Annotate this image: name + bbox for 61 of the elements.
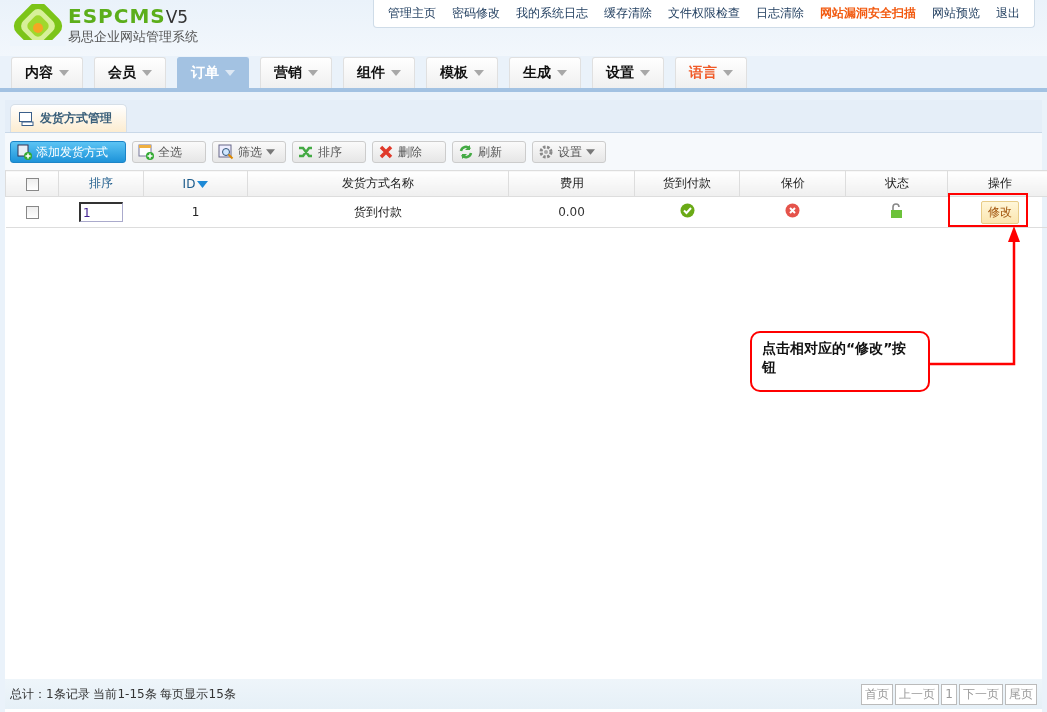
table-cell: 货到付款 bbox=[354, 204, 402, 219]
table-cell: 0.00 bbox=[558, 205, 585, 219]
toolbar-button[interactable]: 删除 bbox=[372, 141, 446, 163]
toolbar-button[interactable]: 筛选 bbox=[212, 141, 286, 163]
top-link[interactable]: 管理主页 bbox=[380, 5, 444, 22]
window-icon bbox=[19, 111, 34, 126]
shuffle-icon bbox=[298, 144, 314, 160]
sort-down-icon bbox=[197, 180, 209, 188]
nav-tab[interactable]: 内容 bbox=[11, 57, 83, 88]
nav-tab[interactable]: 会员 bbox=[94, 57, 166, 88]
caret-icon bbox=[474, 70, 484, 76]
top-link[interactable]: 缓存清除 bbox=[596, 5, 660, 22]
toolbar-button[interactable]: 刷新 bbox=[452, 141, 526, 163]
toolbar-button[interactable]: 全选 bbox=[132, 141, 206, 163]
top-link[interactable]: 日志清除 bbox=[748, 5, 812, 22]
delete-icon bbox=[378, 144, 394, 160]
page-tab[interactable]: 发货方式管理 bbox=[10, 104, 127, 132]
column-header[interactable]: ID bbox=[182, 176, 209, 191]
top-link[interactable]: 密码修改 bbox=[444, 5, 508, 22]
caret-icon bbox=[142, 70, 152, 76]
document-add-icon bbox=[16, 144, 32, 160]
edit-button[interactable]: 修改 bbox=[980, 200, 1019, 224]
toolbar-button[interactable]: 排序 bbox=[292, 141, 366, 163]
callout-note: 点击相对应的“修改”按钮 bbox=[750, 331, 930, 392]
caret-icon bbox=[266, 149, 275, 155]
caret-icon bbox=[225, 70, 235, 76]
column-header[interactable]: 操作 bbox=[987, 176, 1012, 190]
table-cell: 1 bbox=[191, 205, 200, 219]
nav-tab[interactable]: 营销 bbox=[260, 57, 332, 88]
column-header[interactable]: 发货方式名称 bbox=[342, 176, 414, 190]
brand-name: ESPCMS bbox=[68, 4, 166, 28]
caret-icon bbox=[586, 149, 595, 155]
logo-subtitle: 易思企业网站管理系统 bbox=[68, 28, 198, 46]
version-label: V5 bbox=[165, 7, 189, 27]
caret-icon bbox=[391, 70, 401, 76]
column-header[interactable]: 状态 bbox=[884, 176, 909, 190]
gear-icon bbox=[538, 144, 554, 160]
caret-icon bbox=[640, 70, 650, 76]
toolbar-button[interactable]: 设置 bbox=[532, 141, 606, 163]
nav-tab[interactable]: 生成 bbox=[509, 57, 581, 88]
column-header[interactable]: 保价 bbox=[780, 176, 805, 190]
checkbox[interactable] bbox=[25, 177, 39, 191]
order-input-field[interactable]: 1 bbox=[79, 202, 123, 222]
table-add-icon bbox=[138, 144, 154, 160]
column-header[interactable]: 费用 bbox=[559, 176, 584, 190]
caret-icon bbox=[723, 70, 733, 76]
top-link[interactable]: 网站预览 bbox=[924, 5, 988, 22]
caret-icon bbox=[557, 70, 567, 76]
caret-icon bbox=[59, 70, 69, 76]
caret-icon bbox=[308, 70, 318, 76]
nav-tab[interactable]: 组件 bbox=[343, 57, 415, 88]
refresh-icon bbox=[458, 144, 474, 160]
magnifier-icon bbox=[218, 144, 234, 160]
nav-tab[interactable]: 设置 bbox=[592, 57, 664, 88]
column-header[interactable]: 排序 bbox=[89, 176, 113, 190]
top-link[interactable]: 文件权限检查 bbox=[660, 5, 748, 22]
record-summary: 总计：1条记录 当前1-15条 每页显示15条 bbox=[10, 685, 236, 703]
top-link[interactable]: 退出 bbox=[988, 5, 1028, 22]
checkbox[interactable] bbox=[25, 206, 39, 219]
top-link[interactable]: 我的系统日志 bbox=[508, 5, 596, 22]
nav-tab[interactable]: 模板 bbox=[426, 57, 498, 88]
